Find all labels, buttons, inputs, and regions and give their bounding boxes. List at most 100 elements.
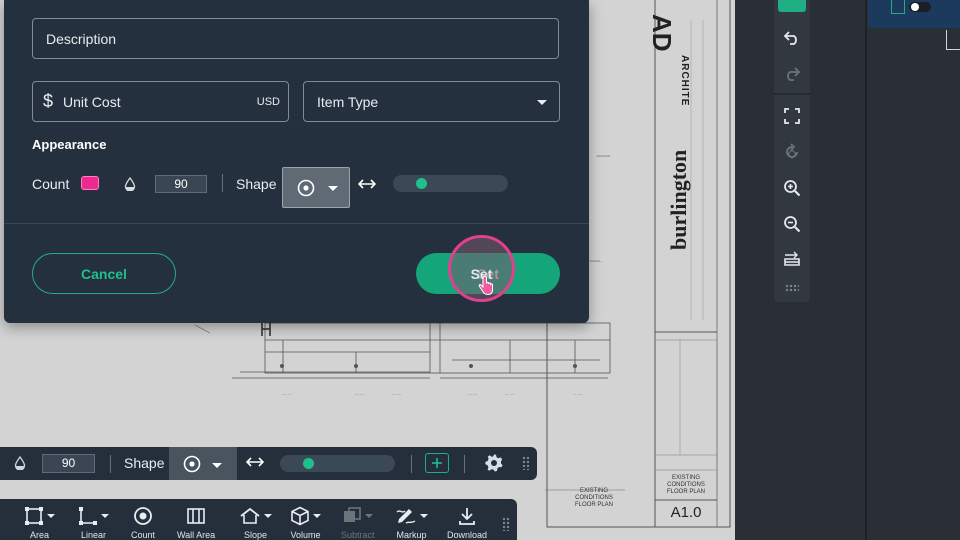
chevron-down-icon (47, 513, 55, 518)
zoom-in-icon (784, 180, 801, 197)
layer-color-box[interactable] (891, 0, 905, 14)
wall-area-tool-button[interactable]: Wall Area (177, 505, 215, 540)
count-color-swatch[interactable] (81, 176, 99, 190)
opacity-input[interactable]: 90 (42, 454, 95, 473)
firm-logo: AD (647, 14, 677, 52)
tool-label: Slope (243, 530, 268, 540)
markup-tool-button[interactable]: Markup (395, 505, 428, 540)
count-label: Count (32, 176, 70, 192)
divider (411, 455, 412, 473)
layer-visibility-toggle[interactable] (909, 2, 931, 12)
shape-label: Shape (124, 455, 165, 471)
fit-screen-button[interactable] (778, 102, 806, 130)
chevron-down-icon (420, 513, 428, 518)
opacity-input[interactable]: 90 (155, 175, 207, 193)
tool-label: Volume (290, 530, 321, 540)
size-slider-handle[interactable] (302, 458, 314, 469)
tool-label: Count (131, 530, 156, 540)
layers-button[interactable] (778, 246, 806, 274)
zoom-out-button[interactable] (778, 210, 806, 238)
panel-divider[interactable] (865, 0, 867, 540)
chevron-down-icon (264, 513, 272, 518)
subtract-tool-button[interactable]: Subtract (341, 505, 375, 540)
count-settings-modal: Description $ Unit Cost USD Item Type Ap… (4, 0, 589, 323)
description-field[interactable]: Description (32, 18, 559, 59)
active-tool-indicator[interactable] (778, 0, 806, 12)
undo-icon (783, 31, 797, 45)
subtract-icon (344, 506, 362, 522)
svg-text:— —: — — (468, 391, 477, 396)
svg-text:— —: — — (355, 391, 364, 396)
modal-divider (4, 223, 589, 224)
download-button[interactable]: Download (447, 505, 487, 540)
unit-cost-placeholder: Unit Cost (63, 93, 121, 110)
volume-icon (291, 506, 309, 525)
properties-bar-grip[interactable] (522, 456, 530, 470)
shape-select[interactable] (282, 167, 350, 208)
area-tool-button[interactable]: Area (24, 505, 55, 540)
size-slider[interactable] (393, 175, 508, 192)
linear-tool-button[interactable]: Linear (78, 505, 109, 540)
sheet-number: A1.0 (670, 504, 702, 521)
divider (110, 455, 111, 473)
add-item-button[interactable] (425, 453, 449, 473)
tool-bar-grip[interactable] (502, 517, 510, 531)
tool-label: Markup (396, 530, 427, 540)
download-icon (459, 507, 475, 525)
size-slider[interactable] (280, 455, 395, 472)
chevron-down-icon (313, 513, 321, 518)
slope-tool-button[interactable]: Slope (239, 505, 272, 540)
currency-label: USD (256, 96, 280, 108)
opacity-drop-icon (124, 176, 136, 196)
svg-text:— — —: — — — (588, 258, 602, 263)
zoom-out-icon (784, 216, 801, 233)
chevron-down-icon (101, 513, 109, 518)
count-icon (134, 506, 152, 525)
chevron-down-icon (212, 463, 222, 468)
chevron-down-icon (328, 186, 338, 191)
firm-name-text: ARCHITE (679, 55, 690, 107)
undo-button[interactable] (778, 23, 806, 51)
tool-label: Area (29, 530, 49, 540)
cancel-button[interactable]: Cancel (32, 253, 176, 294)
chevron-down-icon (365, 513, 374, 518)
settings-button[interactable] (484, 453, 504, 478)
sheet-title-left: EXISTING CONDITIONS FLOOR PLAN (574, 488, 613, 508)
rotate-button[interactable] (778, 138, 806, 166)
opacity-drop-icon (14, 455, 26, 475)
toolbar-separator (774, 93, 810, 95)
vertical-toolbar (774, 0, 810, 302)
count-tool-button[interactable]: Count (131, 505, 155, 540)
item-type-select[interactable]: Item Type (303, 81, 560, 122)
tool-label: Download (447, 530, 488, 540)
redo-button[interactable] (778, 59, 806, 87)
tool-label: Subtract (341, 530, 375, 540)
measurement-toolbar: Area Linear Count Wall Area Slope Volume… (0, 499, 517, 540)
tool-label: Wall Area (177, 530, 216, 540)
gear-icon (485, 454, 503, 472)
size-slider-handle[interactable] (415, 178, 427, 189)
divider (464, 455, 465, 473)
shape-label: Shape (236, 176, 277, 192)
right-panel-background (735, 0, 960, 540)
area-icon (25, 506, 43, 525)
plus-icon (432, 458, 442, 468)
unit-cost-field[interactable]: $ Unit Cost USD (32, 81, 289, 122)
shape-select[interactable] (169, 447, 237, 480)
markup-icon (396, 508, 416, 524)
chevron-down-icon (537, 100, 547, 105)
description-placeholder: Description (46, 30, 117, 47)
sheet-title-block: EXISTING CONDITIONS FLOOR PLAN (666, 475, 705, 495)
zoom-in-button[interactable] (778, 174, 806, 202)
divider (222, 174, 223, 192)
project-name-text: burlington (666, 149, 691, 250)
svg-text:— —: — — (392, 391, 401, 396)
slope-icon (240, 507, 260, 524)
dollar-icon: $ (43, 91, 54, 111)
item-type-placeholder: Item Type (317, 93, 379, 110)
target-circle-icon (297, 179, 315, 197)
vertical-toolbar-grip[interactable] (785, 284, 799, 292)
layer-tree-connector (946, 30, 960, 50)
volume-tool-button[interactable]: Volume (290, 505, 321, 540)
rotate-icon (786, 143, 798, 159)
